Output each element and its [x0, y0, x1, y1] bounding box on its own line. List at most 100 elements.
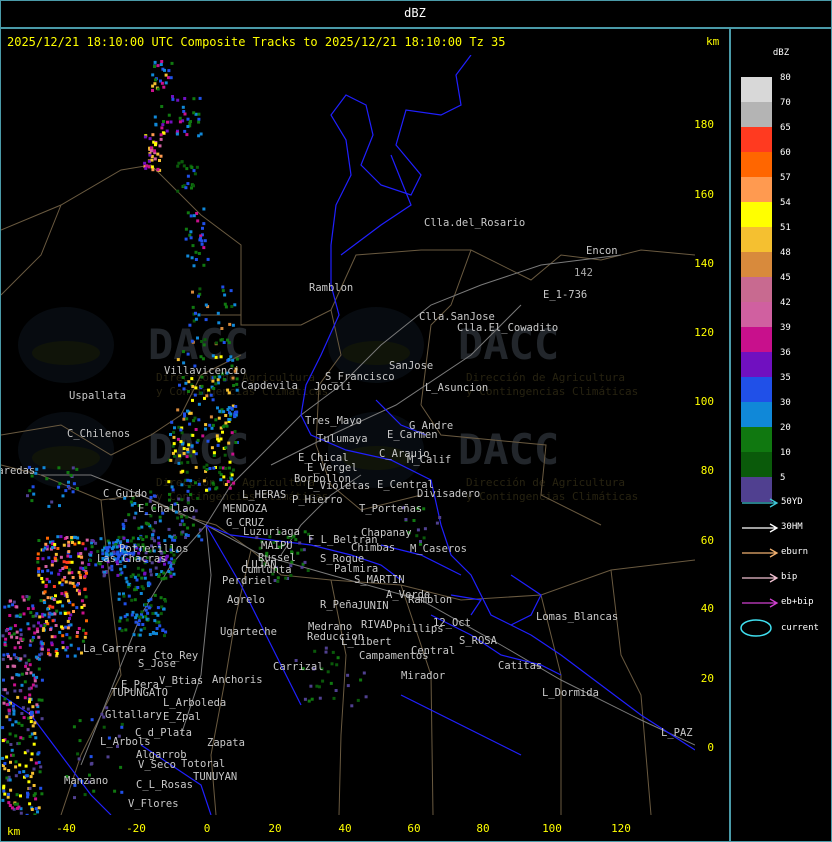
radar-echo — [170, 420, 174, 424]
radar-echo — [205, 394, 209, 398]
radar-echo — [14, 765, 18, 769]
radar-echo — [84, 547, 88, 551]
watermark-subtitle: y Contingencias Climáticas — [466, 385, 638, 398]
radar-echo — [31, 638, 34, 642]
radar-echo — [203, 338, 207, 342]
radar-echo — [151, 133, 155, 137]
radar-echo — [32, 492, 36, 496]
radar-echo — [53, 543, 57, 546]
radar-echo — [204, 303, 208, 307]
radar-echo — [7, 654, 10, 658]
radar-echo — [50, 563, 54, 567]
radar-echo — [190, 256, 194, 260]
radar-echo — [219, 473, 223, 477]
radar-echo — [17, 673, 21, 677]
legend-swatch — [741, 452, 772, 477]
radar-echo — [38, 615, 42, 619]
radar-echo — [69, 555, 73, 559]
radar-echo — [196, 438, 200, 442]
radar-map[interactable]: DACCDirección de Agriculturay Contingenc… — [1, 55, 695, 815]
radar-echo — [17, 805, 21, 809]
radar-echo — [170, 61, 174, 65]
radar-echo — [231, 452, 235, 456]
radar-echo — [189, 230, 193, 234]
radar-echo — [438, 516, 442, 519]
radar-echo — [33, 731, 37, 735]
radar-echo — [157, 575, 161, 578]
radar-echo — [92, 789, 96, 793]
radar-echo — [182, 164, 186, 168]
radar-echo — [52, 598, 56, 601]
radar-echo — [29, 611, 33, 615]
radar-echo — [158, 624, 162, 628]
radar-echo — [77, 570, 81, 574]
radar-echo — [106, 755, 110, 759]
radar-echo — [76, 752, 80, 756]
radar-echo — [72, 482, 76, 486]
radar-echo — [148, 153, 152, 157]
radar-echo — [27, 780, 31, 784]
radar-echo — [153, 115, 157, 119]
radar-echo — [189, 214, 193, 218]
radar-echo — [17, 721, 21, 725]
radar-echo — [3, 697, 7, 701]
radar-echo — [168, 492, 171, 496]
radar-echo — [197, 252, 201, 255]
radar-echo — [39, 599, 43, 603]
place-label: Ugarteche — [220, 626, 277, 638]
radar-echo — [31, 636, 35, 639]
radar-echo — [195, 165, 199, 169]
radar-echo — [6, 795, 10, 799]
radar-echo — [184, 237, 188, 241]
radar-echo — [188, 121, 192, 125]
radar-echo — [3, 605, 7, 609]
radar-echo — [192, 214, 196, 218]
radar-echo — [153, 521, 157, 525]
radar-echo — [300, 548, 304, 552]
legend-value-label: 51 — [780, 223, 791, 233]
radar-echo — [26, 494, 29, 498]
radar-echo — [61, 646, 65, 650]
radar-echo — [231, 323, 235, 327]
radar-echo — [34, 797, 38, 801]
radar-echo — [324, 650, 328, 654]
radar-echo — [145, 617, 149, 621]
legend-swatch — [741, 302, 772, 327]
place-label: V_Flores — [128, 798, 179, 810]
radar-echo — [61, 604, 65, 608]
radar-echo — [77, 589, 81, 593]
radar-echo — [154, 78, 157, 82]
radar-echo — [302, 548, 306, 552]
radar-echo — [60, 583, 64, 587]
radar-echo — [156, 64, 160, 68]
radar-echo — [32, 624, 36, 628]
radar-echo — [31, 614, 35, 618]
radar-echo — [180, 431, 184, 435]
legend-track-label: eburn — [781, 547, 809, 557]
boundary-line — [250, 549, 695, 601]
radar-echo — [133, 588, 137, 592]
radar-echo — [189, 479, 193, 483]
radar-echo — [194, 428, 198, 431]
radar-echo — [35, 703, 39, 707]
radar-echo — [25, 671, 29, 675]
radar-echo — [44, 565, 48, 568]
radar-echo — [102, 725, 106, 729]
radar-echo — [158, 159, 161, 162]
radar-echo — [33, 679, 37, 683]
radar-echo — [198, 96, 202, 100]
place-label: P_Hierro — [292, 494, 343, 506]
radar-echo — [68, 581, 72, 585]
radar-echo — [177, 161, 181, 165]
radar-echo — [141, 568, 145, 572]
radar-echo — [32, 784, 36, 787]
radar-echo — [44, 542, 48, 546]
radar-echo — [31, 683, 35, 687]
radar-echo — [36, 560, 40, 564]
radar-echo — [51, 605, 55, 609]
radar-echo — [230, 305, 234, 308]
radar-echo — [151, 612, 155, 615]
radar-echo — [144, 603, 148, 606]
radar-echo — [227, 358, 231, 361]
radar-echo — [315, 684, 319, 688]
